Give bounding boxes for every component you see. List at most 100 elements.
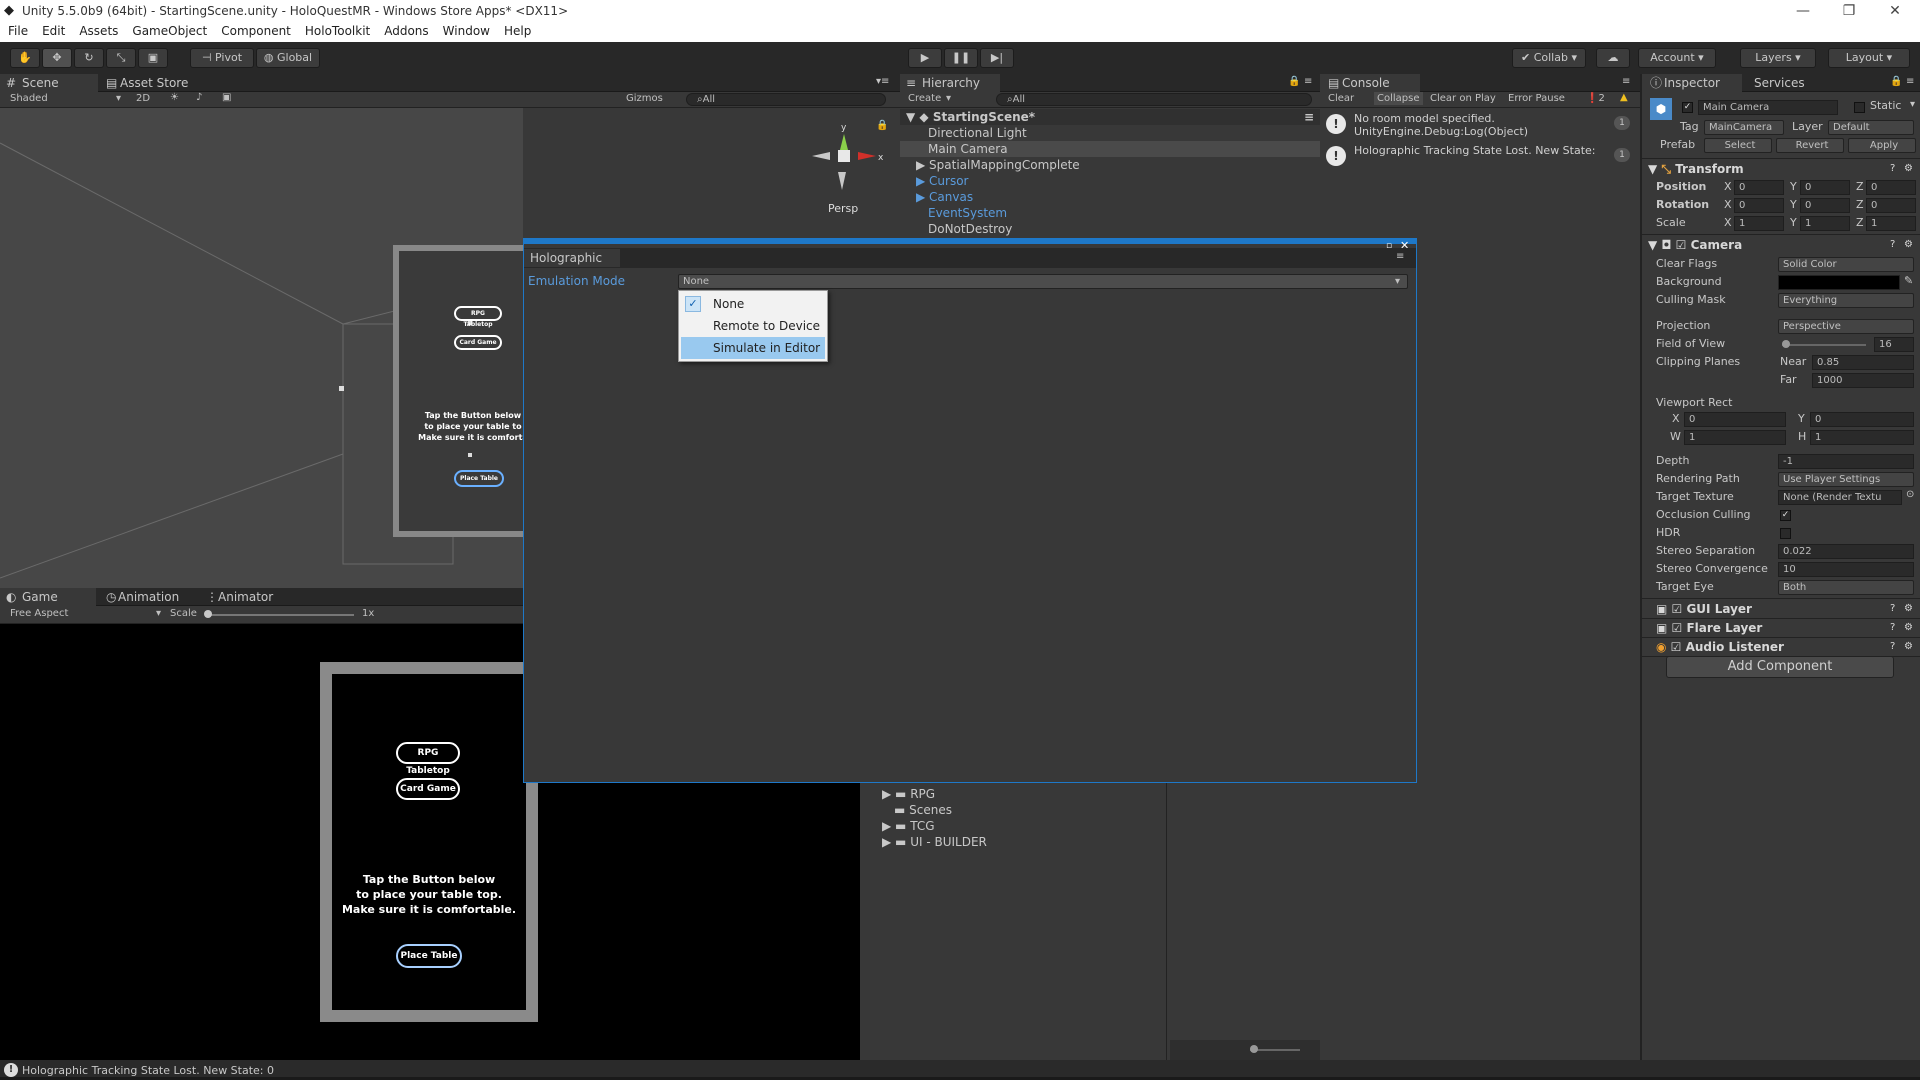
target-texture-field[interactable]: None (Render Textu [1778,490,1902,505]
culling-mask-dropdown[interactable]: Everything [1778,293,1914,308]
clear-flags-dropdown[interactable]: Solid Color [1778,257,1914,272]
hdr-checkbox[interactable] [1780,528,1791,539]
close-icon[interactable]: ✕ [1872,0,1918,22]
prefab-apply-button[interactable]: Apply [1848,138,1916,153]
target-eye-dropdown[interactable]: Both [1778,580,1914,595]
scene-search-input[interactable]: ⌕All [686,93,886,106]
light-icon[interactable]: ☀ [170,92,179,103]
gui-layer-checkbox[interactable]: ☑ [1672,602,1687,616]
audio-listener-checkbox[interactable]: ☑ [1671,640,1686,654]
collab-button[interactable]: ✔ Collab ▾ [1512,48,1586,68]
info-count-toggle[interactable]: ❗2 [1586,93,1605,104]
hierarchy-item-selected[interactable]: Main Camera [900,141,1320,157]
status-message[interactable]: Holographic Tracking State Lost. New Sta… [22,1064,274,1077]
hierarchy-item[interactable]: ▶ Cursor [916,173,969,189]
tag-dropdown[interactable]: MainCamera [1704,120,1784,135]
panel-menu-icon[interactable]: ≡ [1304,109,1314,125]
transform-header[interactable]: ▼ ⤡ Transform? ⚙ [1648,160,1918,178]
projection-dropdown[interactable]: Perspective [1778,319,1914,334]
emulation-mode-dropdown[interactable]: None ▾ [678,274,1408,289]
hierarchy-search-input[interactable]: ⌕All [996,93,1312,106]
panel-menu-icon[interactable]: ≡ [1396,251,1404,262]
camera-enabled-checkbox[interactable]: ☑ [1676,238,1691,252]
gear-icon[interactable]: ⚙ [1904,160,1913,178]
rect-tool-icon[interactable]: ▣ [138,48,168,68]
rotation-z-input[interactable]: 0 [1866,198,1916,213]
console-error-pause-toggle[interactable]: Error Pause [1508,93,1565,104]
tab-console[interactable]: ▤ Console [1320,74,1420,92]
tab-hierarchy[interactable]: ≡ Hierarchy [900,74,1000,92]
menu-help[interactable]: Help [504,22,531,38]
menu-file[interactable]: File [8,22,28,38]
add-component-button[interactable]: Add Component [1666,656,1894,678]
play-button[interactable]: ▶ [908,48,942,68]
scale-x-input[interactable]: 1 [1734,216,1784,231]
warning-icon[interactable]: ▲ [1620,92,1628,103]
help-icon[interactable]: ? [1890,236,1895,254]
scene-view[interactable]: RPG Tabletop Card Game Tap the Button be… [0,108,523,588]
layers-dropdown[interactable]: Layers ▾ [1740,48,1816,68]
console-collapse-toggle[interactable]: Collapse [1374,92,1423,105]
game-place-table-button[interactable]: Place Table [396,944,462,968]
scene-orientation-gizmo[interactable]: x y Persp 🔒 [806,120,888,215]
scale-slider-handle[interactable] [204,610,212,618]
console-clear-on-play-toggle[interactable]: Clear on Play [1430,93,1496,104]
tab-animator[interactable]: ⋮ Animator [196,588,296,606]
gizmos-dropdown[interactable]: Gizmos [626,93,663,104]
prefab-select-button[interactable]: Select [1704,138,1772,153]
create-dropdown[interactable]: Create [908,93,941,104]
game-card-button[interactable]: Card Game [396,778,460,800]
zoom-slider-handle[interactable] [1250,1045,1258,1053]
hierarchy-item[interactable]: DoNotDestroy [928,221,1012,237]
restore-icon[interactable]: ❐ [1826,0,1872,22]
gui-layer-header[interactable]: ▣ ☑ GUI Layer? ⚙ [1656,600,1918,618]
lock-icon[interactable]: 🔒 [876,120,888,131]
scale-tool-icon[interactable]: ⤡ [106,48,136,68]
project-folder-item[interactable]: ▶ ▬ UI - BUILDER [882,834,987,850]
menu-window[interactable]: Window [443,22,490,38]
tab-scene[interactable]: # Scene [0,74,98,92]
scene-root-item[interactable]: ▼ ◆ StartingScene* ≡ [900,109,1320,125]
menu-component[interactable]: Component [221,22,291,38]
menu-holotoolkit[interactable]: HoloToolkit [305,22,370,38]
help-icon[interactable]: ? [1890,160,1895,178]
far-input[interactable]: 1000 [1812,373,1914,388]
tab-services[interactable]: Services [1742,74,1832,92]
occlusion-checkbox[interactable]: ✓ [1780,510,1791,521]
shading-dropdown[interactable]: Shaded [10,93,48,104]
pause-button[interactable]: ❚❚ [944,48,978,68]
menu-edit[interactable]: Edit [42,22,65,38]
position-y-input[interactable]: 0 [1800,180,1850,195]
menu-option-none[interactable]: ✓ None [681,293,825,315]
viewport-h-input[interactable]: 1 [1810,430,1914,445]
gear-icon[interactable]: ⚙ [1904,600,1913,618]
flare-layer-checkbox[interactable]: ☑ [1672,621,1687,635]
flare-layer-header[interactable]: ▣ ☑ Flare Layer? ⚙ [1656,619,1918,637]
move-tool-icon[interactable]: ✥ [42,48,72,68]
position-z-input[interactable]: 0 [1866,180,1916,195]
persp-label[interactable]: Persp [828,202,858,215]
rendering-path-dropdown[interactable]: Use Player Settings [1778,472,1914,487]
viewport-w-input[interactable]: 1 [1684,430,1786,445]
console-clear-button[interactable]: Clear [1328,93,1354,104]
hand-tool-icon[interactable]: ✋ [10,48,40,68]
lock-icon[interactable]: 🔒 [1288,76,1300,87]
scale-z-input[interactable]: 1 [1866,216,1916,231]
layout-dropdown[interactable]: Layout ▾ [1828,48,1910,68]
hierarchy-item[interactable]: ▶ Canvas [916,189,973,205]
aspect-dropdown[interactable]: Free Aspect [10,608,68,619]
near-input[interactable]: 0.85 [1812,355,1914,370]
hierarchy-item[interactable]: EventSystem [928,205,1007,221]
menu-addons[interactable]: Addons [384,22,428,38]
project-folder-item[interactable]: ▶ ▬ TCG [882,818,935,834]
stereo-conv-input[interactable]: 10 [1778,562,1914,577]
help-icon[interactable]: ? [1890,619,1895,637]
camera-header[interactable]: ▼ ◘ ☑ Camera? ⚙ [1648,236,1918,254]
hierarchy-item[interactable]: Directional Light [928,125,1027,141]
audio-listener-header[interactable]: ◉ ☑ Audio Listener? ⚙ [1656,638,1918,656]
object-name-input[interactable]: Main Camera [1698,100,1838,115]
project-folder-item[interactable]: ▶ ▬ RPG [882,786,935,802]
layer-dropdown[interactable]: Default [1828,120,1914,135]
scale-y-input[interactable]: 1 [1800,216,1850,231]
stereo-sep-input[interactable]: 0.022 [1778,544,1914,559]
